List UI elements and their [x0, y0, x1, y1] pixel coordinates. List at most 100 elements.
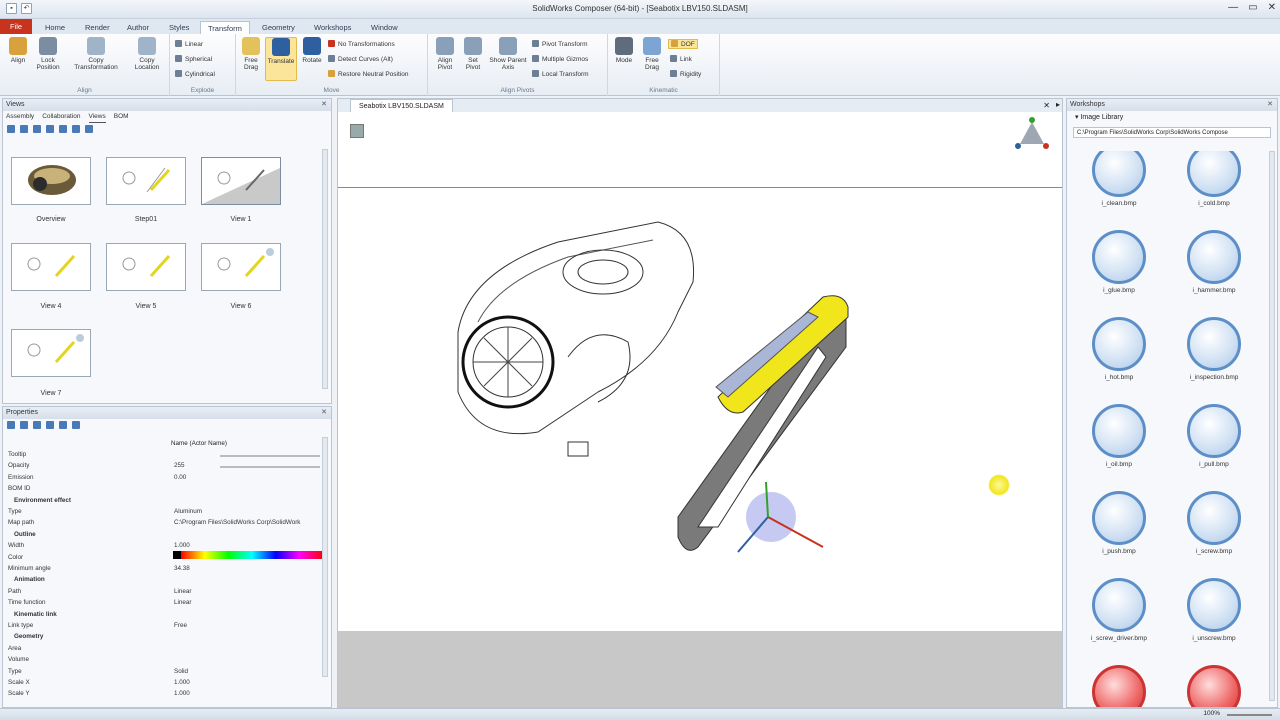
property-row[interactable]: Type Aluminum: [6, 508, 326, 519]
document-tab[interactable]: Seabotix LBV150.SLDASM: [350, 99, 453, 112]
link-toggle[interactable]: Link: [670, 55, 692, 63]
maximize-button[interactable]: ▭: [1248, 2, 1257, 13]
library-image-item[interactable]: i_inspection.bmp: [1184, 317, 1244, 385]
properties-scrollbar[interactable]: [322, 437, 328, 677]
library-image-item[interactable]: i_screw_driver.bmp: [1089, 578, 1149, 646]
library-image-item[interactable]: i_pull.bmp: [1184, 404, 1244, 472]
orientation-triad-icon[interactable]: [1012, 114, 1052, 154]
no-transformations[interactable]: No Transformations: [328, 40, 395, 48]
tab-geometry[interactable]: Geometry: [255, 21, 302, 34]
tab-home[interactable]: Home: [38, 21, 72, 34]
multiple-gizmos[interactable]: Multiple Gizmos: [532, 55, 588, 63]
actor-name-dropdown[interactable]: Name (Actor Name): [171, 440, 227, 447]
property-row[interactable]: Map path C:\Program Files\SolidWorks Corp…: [6, 519, 326, 530]
property-row[interactable]: Scale Y 1.000: [6, 690, 326, 701]
tab-styles[interactable]: Styles: [162, 21, 196, 34]
library-scrollbar[interactable]: [1269, 151, 1275, 701]
refresh-view-icon[interactable]: [46, 125, 54, 133]
property-row[interactable]: BOM ID: [6, 485, 326, 496]
library-image-item[interactable]: i_glue.bmp: [1089, 230, 1149, 298]
library-path-dropdown[interactable]: C:\Program Files\SolidWorks Corp\SolidWo…: [1073, 127, 1271, 138]
view-thumb-view4[interactable]: [11, 243, 91, 291]
library-image-item[interactable]: i_hot.bmp: [1089, 317, 1149, 385]
tab-render[interactable]: Render: [78, 21, 117, 34]
color-spectrum[interactable]: [173, 551, 323, 559]
views-scrollbar[interactable]: [322, 149, 328, 389]
mode-button[interactable]: Mode: [612, 37, 636, 64]
tab-collaboration[interactable]: Collaboration: [42, 111, 80, 123]
library-image-item[interactable]: i_oil.bmp: [1089, 404, 1149, 472]
view-thumb-step01[interactable]: [106, 157, 186, 205]
detect-curves[interactable]: Detect Curves (Alt): [328, 55, 393, 63]
property-row[interactable]: Type Solid: [6, 668, 326, 679]
update-view-icon[interactable]: [20, 125, 28, 133]
property-row[interactable]: Area: [6, 645, 326, 656]
copy-location-button[interactable]: Copy Location: [128, 37, 166, 71]
library-image-item[interactable]: [1089, 665, 1149, 707]
tab-file[interactable]: File: [0, 19, 32, 34]
property-row[interactable]: Time function Linear: [6, 599, 326, 610]
reset-icon[interactable]: [72, 421, 80, 429]
show-parent-axis-button[interactable]: Show Parent Axis: [488, 37, 528, 71]
view-thumb-overview[interactable]: [11, 157, 91, 205]
explode-cylindrical[interactable]: Cylindrical: [175, 70, 215, 78]
property-row[interactable]: Link type Free: [6, 622, 326, 633]
tab-window[interactable]: Window: [364, 21, 405, 34]
free-drag-button[interactable]: Free Drag: [240, 37, 262, 71]
document-close-icon[interactable]: ✕: [1043, 101, 1050, 110]
tab-assembly[interactable]: Assembly: [6, 111, 34, 123]
property-row[interactable]: Scale X 1.000: [6, 679, 326, 690]
viewport-toggle-icon[interactable]: [350, 124, 364, 138]
view-thumb-view1[interactable]: [201, 157, 281, 205]
explode-spherical[interactable]: Spherical: [175, 55, 212, 63]
move-up-icon[interactable]: [72, 125, 80, 133]
move-down-icon[interactable]: [85, 125, 93, 133]
lock-position-button[interactable]: Lock Position: [34, 37, 62, 71]
kinematic-free-drag-button[interactable]: Free Drag: [639, 37, 665, 71]
create-view-icon[interactable]: [7, 125, 15, 133]
translate-button[interactable]: Translate: [265, 37, 297, 81]
set-pivot-button[interactable]: Set Pivot: [461, 37, 485, 71]
zoom-slider[interactable]: [1227, 714, 1272, 716]
dof-toggle[interactable]: DOF: [668, 39, 698, 49]
copy-transformation-button[interactable]: Copy Transformation: [66, 37, 126, 71]
library-image-item[interactable]: i_clean.bmp: [1089, 151, 1149, 211]
panel-close-icon[interactable]: ✕: [1267, 99, 1273, 111]
settings-view-icon[interactable]: [59, 125, 67, 133]
tab-views[interactable]: Views: [88, 111, 106, 123]
restore-neutral-position[interactable]: Restore Neutral Position: [328, 70, 408, 78]
view-thumb-view6[interactable]: [201, 243, 281, 291]
library-image-item[interactable]: i_hammer.bmp: [1184, 230, 1244, 298]
rotate-button[interactable]: Rotate: [300, 37, 324, 64]
align-pivot-button[interactable]: Align Pivot: [432, 37, 458, 71]
sort-category-icon[interactable]: [7, 421, 15, 429]
explode-linear[interactable]: Linear: [175, 40, 203, 48]
document-scroll-icon[interactable]: ▸: [1056, 100, 1060, 109]
expand-icon[interactable]: [46, 421, 54, 429]
filter-icon[interactable]: [33, 421, 41, 429]
property-row[interactable]: Emission 0.00: [6, 474, 326, 485]
panel-close-icon[interactable]: ✕: [321, 407, 327, 419]
close-button[interactable]: ✕: [1268, 2, 1276, 13]
library-image-item[interactable]: i_cold.bmp: [1184, 151, 1244, 211]
3d-viewport[interactable]: [338, 112, 1062, 631]
pivot-transform[interactable]: Pivot Transform: [532, 40, 588, 48]
library-image-item[interactable]: i_screw.bmp: [1184, 491, 1244, 559]
property-row[interactable]: Minimum angle 34.38: [6, 565, 326, 576]
tab-author[interactable]: Author: [120, 21, 156, 34]
selected-handle-part[interactable]: [658, 287, 858, 577]
view-thumb-view5[interactable]: [106, 243, 186, 291]
property-row[interactable]: Path Linear: [6, 588, 326, 599]
align-button[interactable]: Align: [6, 37, 30, 64]
panel-close-icon[interactable]: ✕: [321, 99, 327, 111]
tab-bom[interactable]: BOM: [114, 111, 129, 123]
collapse-icon[interactable]: [59, 421, 67, 429]
sort-alpha-icon[interactable]: [20, 421, 28, 429]
view-thumb-view7[interactable]: [11, 329, 91, 377]
tab-workshops[interactable]: Workshops: [307, 21, 358, 34]
local-transform[interactable]: Local Transform: [532, 70, 589, 78]
opacity-slider[interactable]: [220, 455, 320, 457]
library-image-item[interactable]: i_unscrew.bmp: [1184, 578, 1244, 646]
rigidity-toggle[interactable]: Rigidity: [670, 70, 701, 78]
property-row[interactable]: Volume: [6, 656, 326, 667]
